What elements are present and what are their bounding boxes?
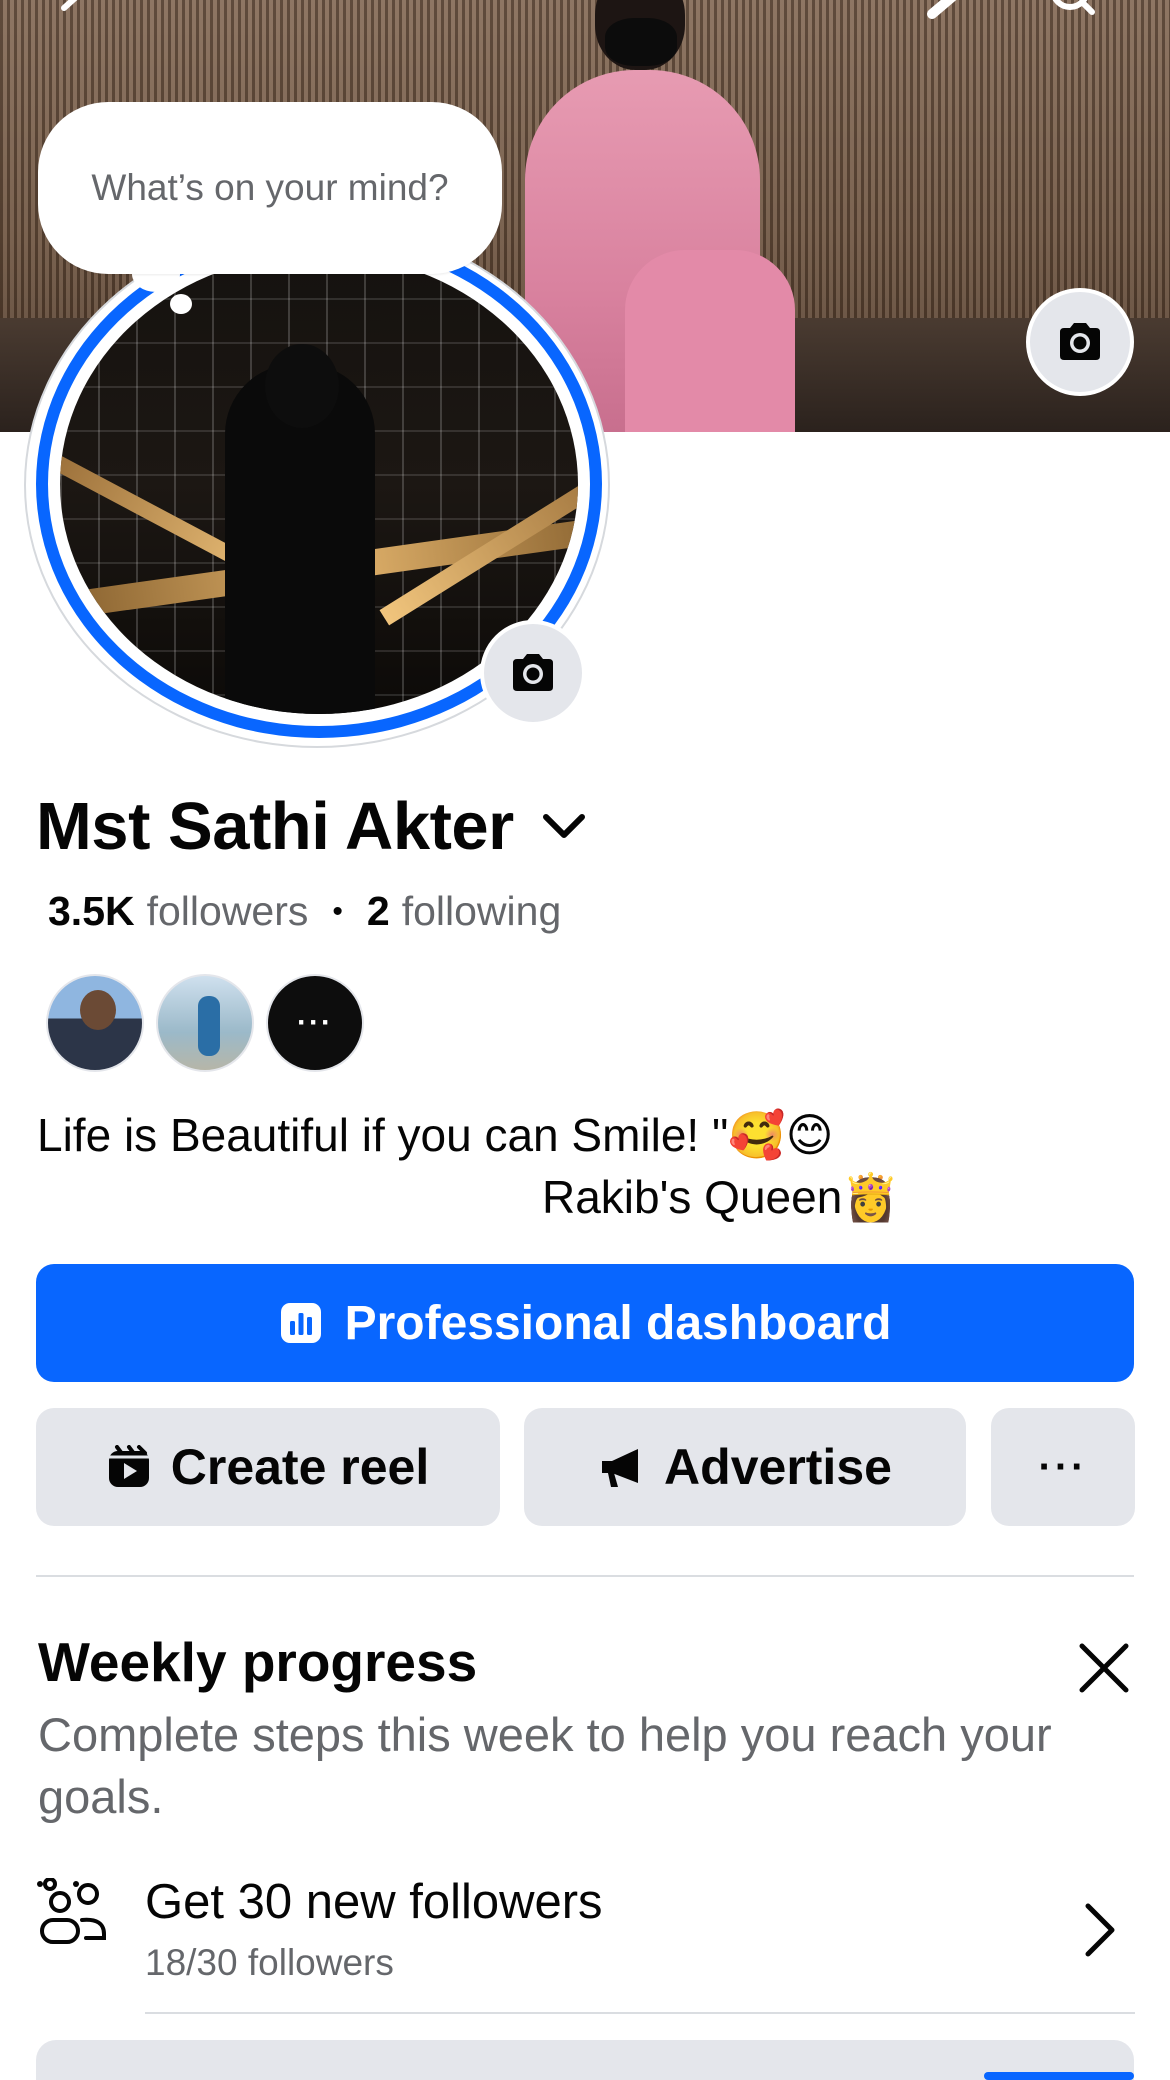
following-link[interactable]: 2 following <box>367 888 561 935</box>
reel-icon <box>108 1445 149 1487</box>
avatar-figure-head <box>265 344 339 428</box>
bio-line-1: Life is Beautiful if you can Smile! "🥰😊 <box>37 1109 834 1161</box>
bio-line-2: Rakib's Queen👸 <box>542 1171 900 1223</box>
chevron-right-icon[interactable] <box>1080 1900 1120 1960</box>
edit-profile-picture-button[interactable] <box>480 620 586 726</box>
follower-avatar[interactable] <box>46 974 144 1072</box>
profile-name: Mst Sathi Akter <box>36 788 514 864</box>
follower-face <box>80 990 116 1030</box>
search-icon[interactable] <box>1050 0 1096 22</box>
goal-title[interactable]: Get 30 new followers <box>145 1874 603 1930</box>
megaphone-icon <box>602 1449 639 1487</box>
weekly-progress-description: Complete steps this week to help you rea… <box>38 1708 1052 1823</box>
followers-count: 3.5K <box>48 888 135 934</box>
people-group-icon <box>37 1878 106 1944</box>
profile-name-row[interactable]: Mst Sathi Akter <box>36 788 588 864</box>
section-divider <box>36 1575 1134 1577</box>
camera-icon <box>513 654 553 691</box>
goal-divider <box>145 2012 1135 2014</box>
followers-label: followers <box>146 888 309 934</box>
weekly-progress-title: Weekly progress <box>38 1631 478 1693</box>
more-options-label: ··· <box>1038 1444 1088 1489</box>
advertise-button[interactable]: Advertise <box>524 1408 966 1526</box>
create-reel-label: Create reel <box>170 1439 430 1495</box>
cover-person-leg <box>625 250 795 432</box>
stats-separator: • <box>332 894 343 928</box>
cover-person-mask <box>605 18 677 66</box>
followers-link[interactable]: 3.5K followers <box>48 888 308 935</box>
edit-pencil-icon[interactable] <box>924 0 970 22</box>
progress-indicator-bar <box>984 2072 1134 2080</box>
more-followers-button[interactable]: ··· <box>266 974 364 1072</box>
follower-avatar[interactable] <box>156 974 254 1072</box>
professional-dashboard-label: Professional dashboard <box>344 1296 892 1350</box>
close-icon[interactable] <box>1076 1640 1132 1696</box>
professional-dashboard-button[interactable]: Professional dashboard <box>36 1264 1134 1382</box>
bubble-placeholder: What’s on your mind? <box>91 167 449 208</box>
following-count: 2 <box>366 888 390 934</box>
back-arrow-icon[interactable] <box>50 0 96 22</box>
advertise-label: Advertise <box>664 1439 892 1495</box>
bar-chart-icon <box>280 1303 321 1343</box>
more-options-button[interactable]: ··· <box>991 1408 1135 1526</box>
more-followers-label: ··· <box>297 1006 333 1039</box>
profile-stats: 3.5K followers • 2 following <box>48 888 561 935</box>
create-reel-button[interactable]: Create reel <box>36 1408 500 1526</box>
whats-on-your-mind-bubble[interactable]: What’s on your mind? <box>38 102 502 274</box>
next-goal-card[interactable] <box>36 2040 1134 2080</box>
edit-cover-photo-button[interactable] <box>1026 288 1134 396</box>
chevron-down-icon[interactable] <box>540 811 588 841</box>
follower-avatars: ··· <box>46 974 364 1072</box>
following-label: following <box>401 888 562 934</box>
camera-icon <box>1060 323 1100 360</box>
bubble-tail-small <box>170 294 192 314</box>
follower-figure <box>198 996 220 1056</box>
goal-progress-text: 18/30 followers <box>145 1942 394 1983</box>
